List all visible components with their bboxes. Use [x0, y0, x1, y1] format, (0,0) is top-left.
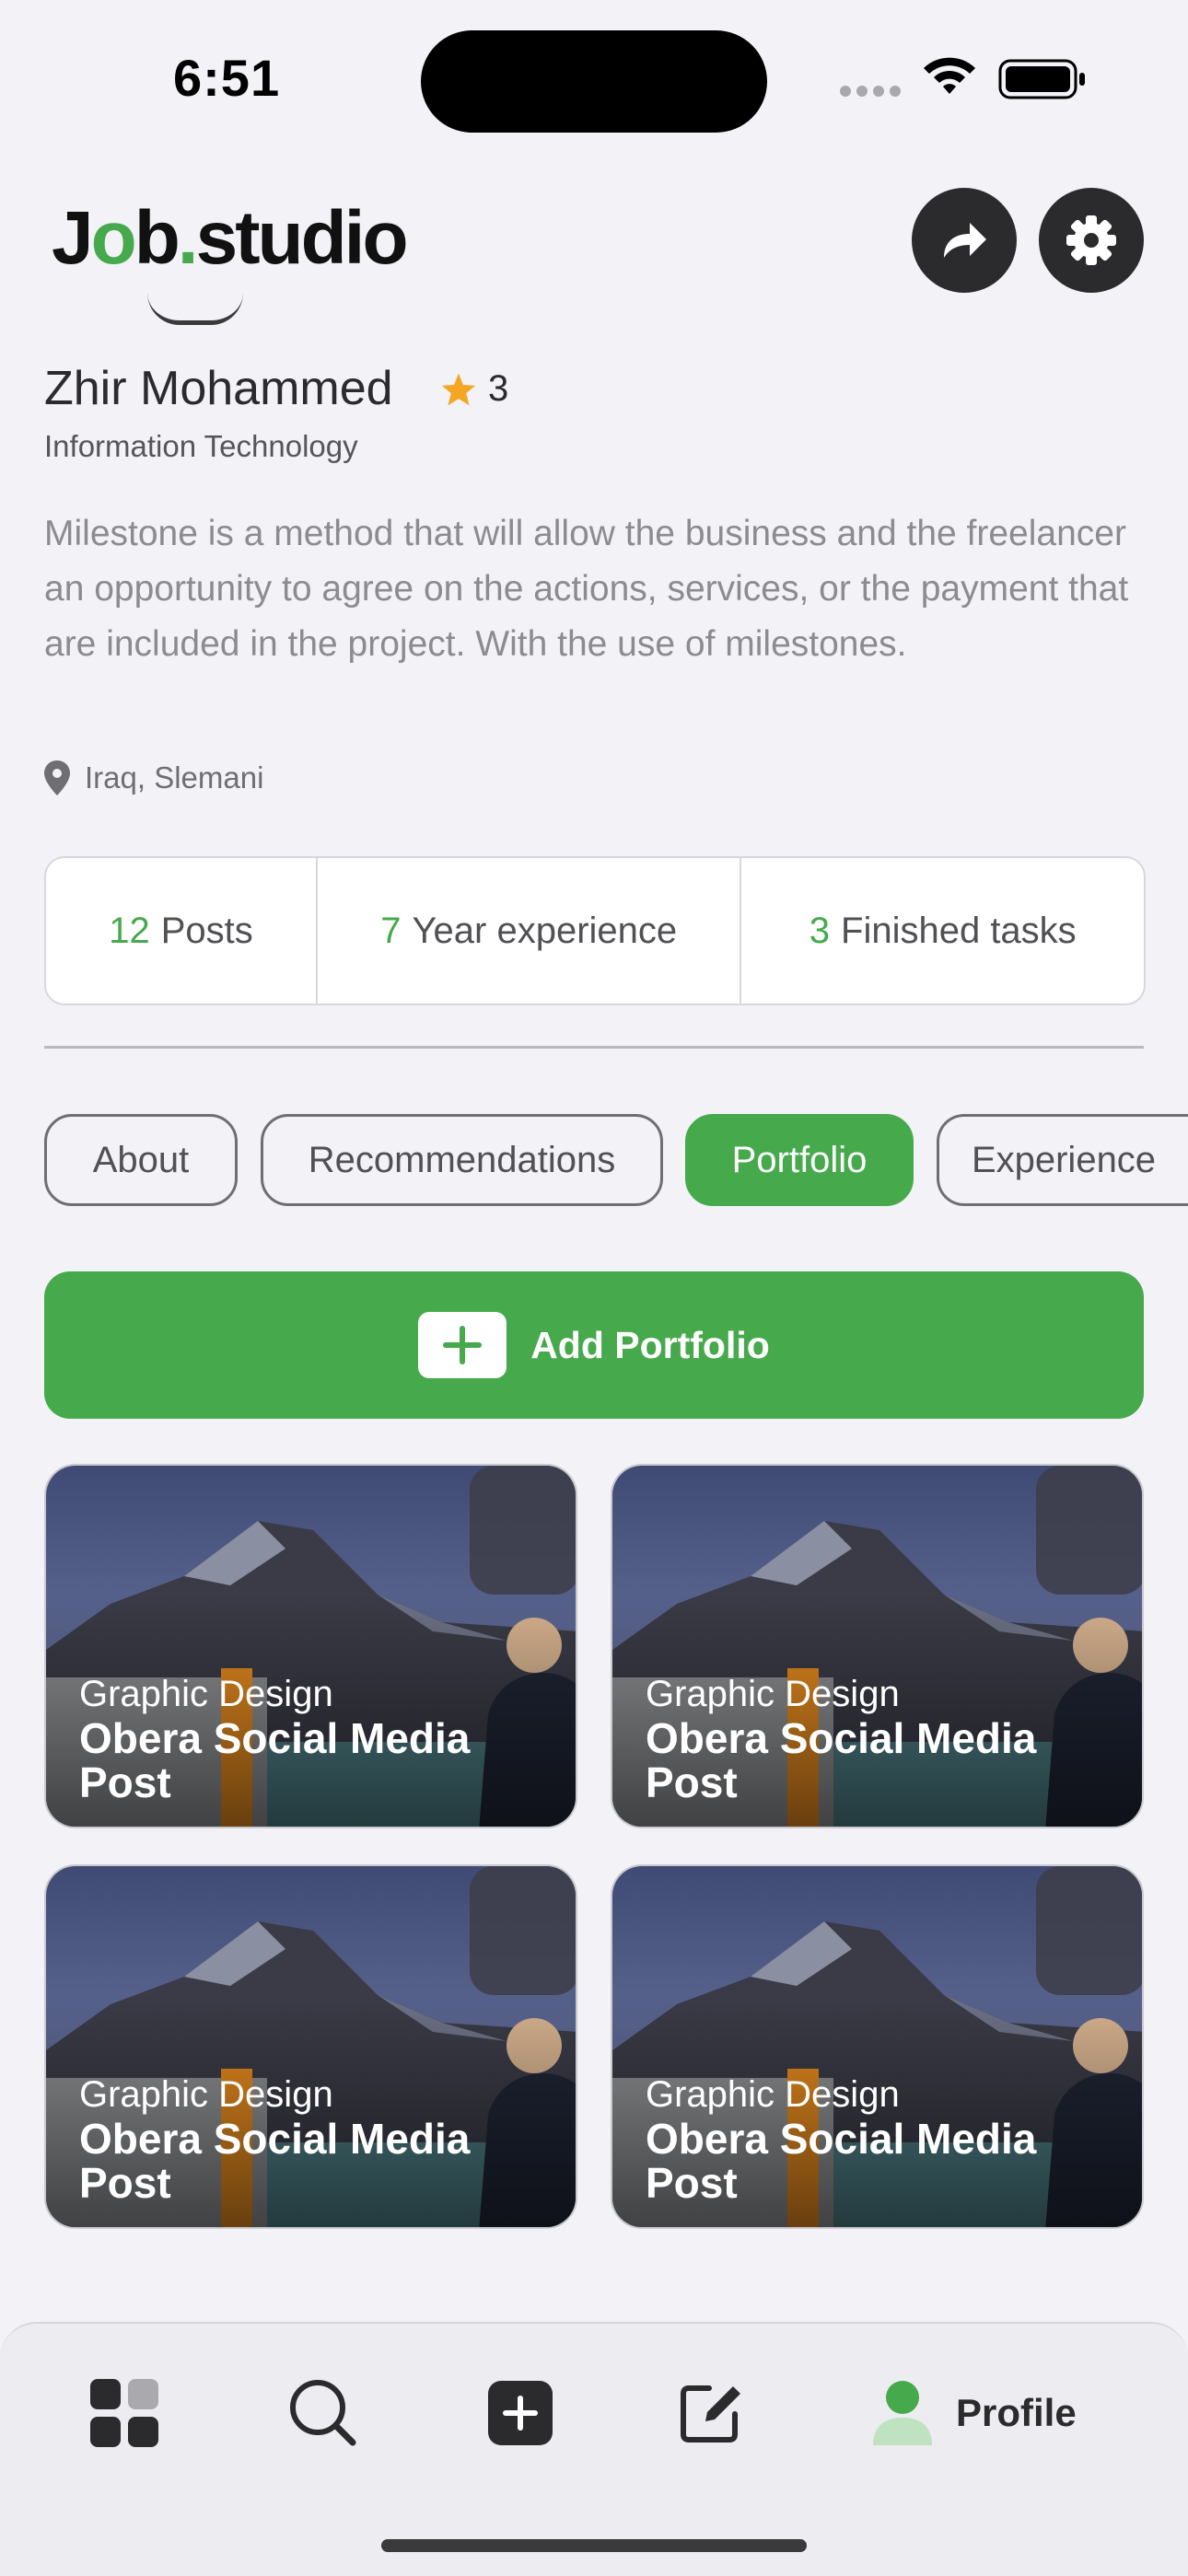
- location: Iraq, Slemani: [44, 760, 263, 795]
- profile-icon: [873, 2381, 932, 2445]
- nav-search[interactable]: [285, 2373, 361, 2453]
- nav-add[interactable]: [483, 2373, 558, 2453]
- plus-icon: [418, 1312, 507, 1378]
- search-icon: [290, 2380, 356, 2446]
- share-arrow-icon: [944, 223, 986, 258]
- nav-dashboard[interactable]: [87, 2373, 162, 2453]
- add-icon: [488, 2381, 553, 2445]
- battery-icon: [998, 59, 1085, 99]
- dashboard-icon: [90, 2379, 158, 2447]
- add-portfolio-label: Add Portfolio: [530, 1323, 770, 1366]
- stat-experience: 7 Year experience: [318, 858, 742, 1004]
- portfolio-card[interactable]: Graphic Design Obera Social Media Post: [44, 1464, 577, 1828]
- tab-experience[interactable]: Experience: [937, 1114, 1188, 1206]
- portfolio-title: Obera Social Media Post: [79, 2115, 471, 2207]
- portfolio-card[interactable]: Graphic Design Obera Social Media Post: [611, 1864, 1144, 2229]
- cellular-signal-icon: [840, 85, 906, 101]
- rating: 3: [440, 368, 508, 410]
- nav-edit[interactable]: [672, 2373, 748, 2453]
- section-divider: [44, 1046, 1144, 1049]
- add-portfolio-button[interactable]: Add Portfolio: [44, 1271, 1144, 1419]
- tab-portfolio[interactable]: Portfolio: [685, 1114, 914, 1206]
- avatar[interactable]: [147, 293, 243, 325]
- location-text: Iraq, Slemani: [85, 760, 264, 795]
- wifi-icon: [924, 57, 975, 94]
- portfolio-category: Graphic Design: [79, 1674, 333, 1714]
- profile-bio: Milestone is a method that will allow th…: [44, 514, 1129, 664]
- tab-about[interactable]: About: [44, 1114, 238, 1206]
- gear-icon: [1066, 215, 1116, 265]
- portfolio-title: Obera Social Media Post: [79, 1714, 471, 1806]
- settings-button[interactable]: [1039, 188, 1144, 293]
- stats-panel: 12 Posts 7 Year experience 3 Finished tasks: [44, 856, 1146, 1005]
- rating-value: 3: [488, 368, 509, 409]
- share-button[interactable]: [912, 188, 1017, 293]
- star-icon: [441, 373, 476, 405]
- portfolio-category: Graphic Design: [646, 1674, 900, 1714]
- location-pin-icon: [44, 760, 70, 795]
- portfolio-title: Obera Social Media Post: [646, 1714, 1037, 1806]
- nav-profile[interactable]: Profile: [873, 2373, 1085, 2453]
- dynamic-island: [421, 30, 767, 133]
- profile-role: Information Technology: [44, 429, 358, 463]
- home-indicator[interactable]: [381, 2539, 807, 2552]
- stat-posts: 12 Posts: [46, 858, 319, 1004]
- portfolio-card[interactable]: Graphic Design Obera Social Media Post: [44, 1864, 577, 2229]
- profile-name: Zhir Mohammed: [44, 362, 393, 415]
- status-time: 6:51: [173, 49, 281, 107]
- tab-recommendations[interactable]: Recommendations: [261, 1114, 663, 1206]
- portfolio-category: Graphic Design: [79, 2074, 333, 2115]
- edit-icon: [681, 2385, 740, 2443]
- portfolio-category: Graphic Design: [646, 2074, 900, 2115]
- stat-finished-tasks: 3 Finished tasks: [809, 910, 1077, 951]
- app-logo: Job.studio: [52, 196, 409, 280]
- portfolio-title: Obera Social Media Post: [646, 2115, 1037, 2207]
- portfolio-card[interactable]: Graphic Design Obera Social Media Post: [611, 1464, 1144, 1828]
- nav-profile-label: Profile: [956, 2391, 1077, 2434]
